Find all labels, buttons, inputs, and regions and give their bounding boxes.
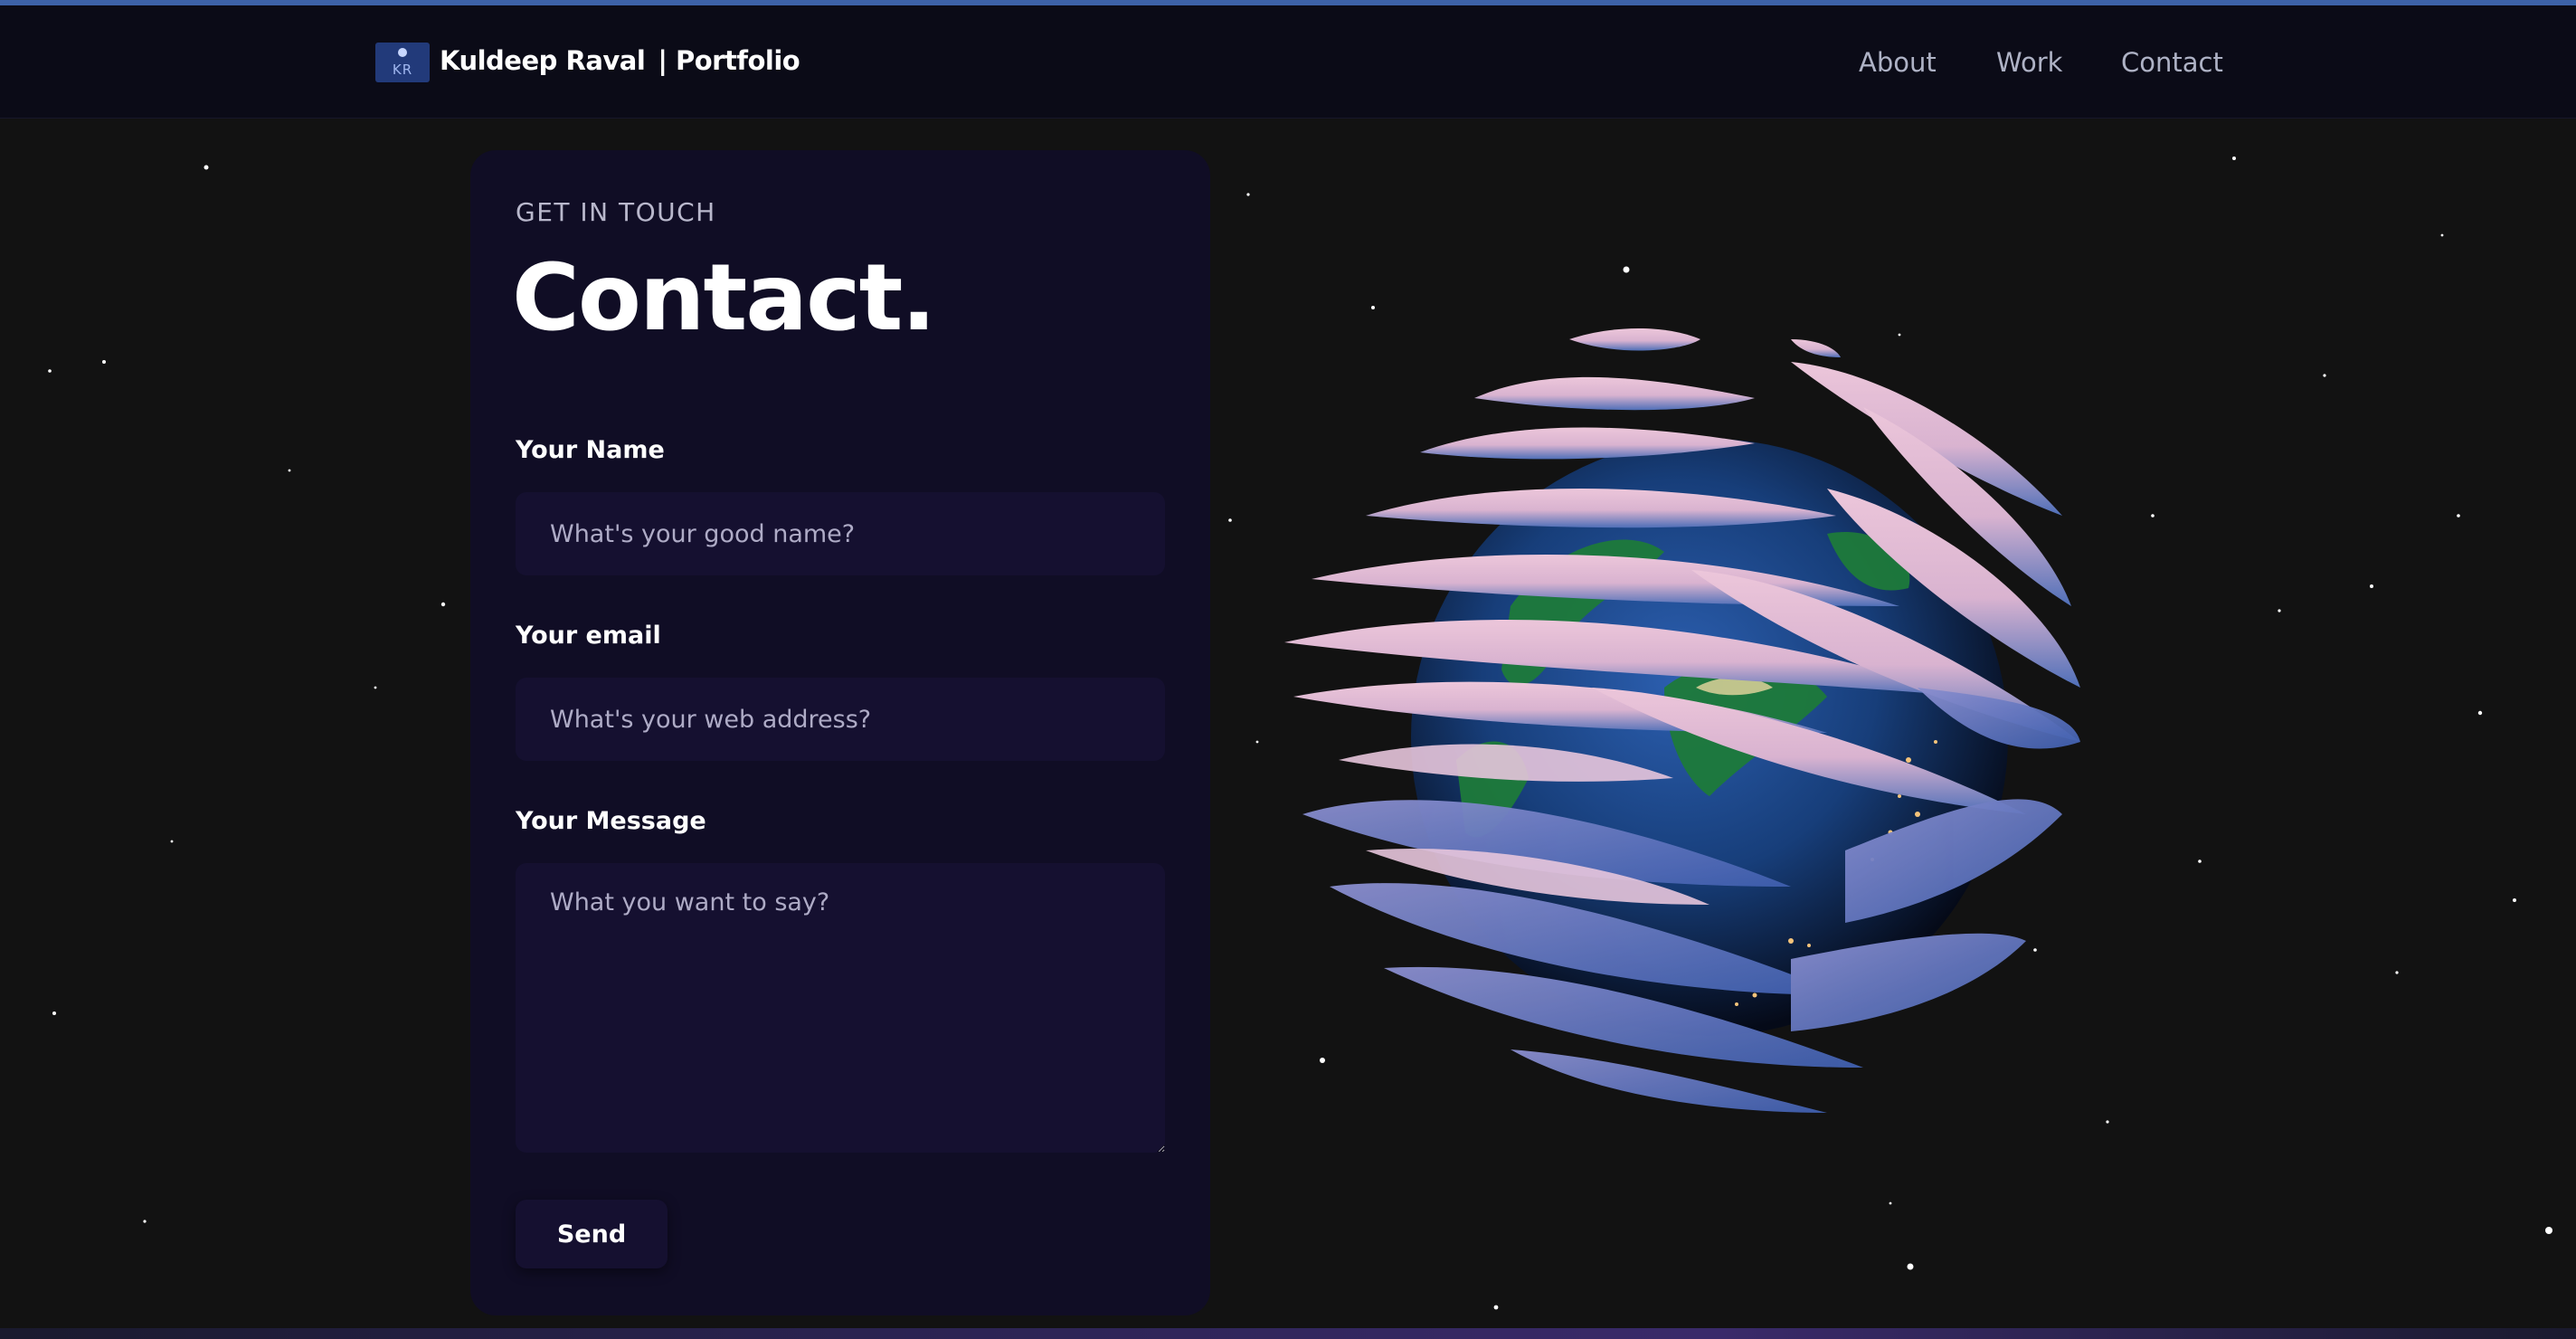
section-title: Contact. <box>512 244 936 352</box>
message-label: Your Message <box>516 807 706 835</box>
logo-icon[interactable]: KR <box>375 43 430 82</box>
name-label: Your Name <box>516 436 665 464</box>
nav-link-contact[interactable]: Contact <box>2121 47 2223 78</box>
email-label: Your email <box>516 622 661 650</box>
message-textarea[interactable] <box>516 863 1165 1153</box>
nav-link-about[interactable]: About <box>1859 47 1937 78</box>
section-subtitle: GET IN TOUCH <box>516 197 716 227</box>
brand-name: Kuldeep Raval <box>440 45 646 76</box>
send-button[interactable]: Send <box>516 1200 668 1268</box>
contact-page: KR Kuldeep Raval | Portfolio About Work C… <box>0 0 2576 1339</box>
email-input[interactable] <box>516 678 1165 761</box>
brand-title[interactable]: Kuldeep Raval | Portfolio <box>440 45 800 76</box>
window-bottom-edge <box>0 1328 2576 1339</box>
nav-link-work[interactable]: Work <box>1996 47 2062 78</box>
logo-initials: KR <box>392 62 413 78</box>
name-input[interactable] <box>516 492 1165 575</box>
navbar: KR Kuldeep Raval | Portfolio About Work C… <box>0 5 2576 119</box>
brand-suffix: | Portfolio <box>658 45 800 76</box>
logo-dot <box>398 48 407 57</box>
globe-icon[interactable] <box>1284 308 2135 1140</box>
